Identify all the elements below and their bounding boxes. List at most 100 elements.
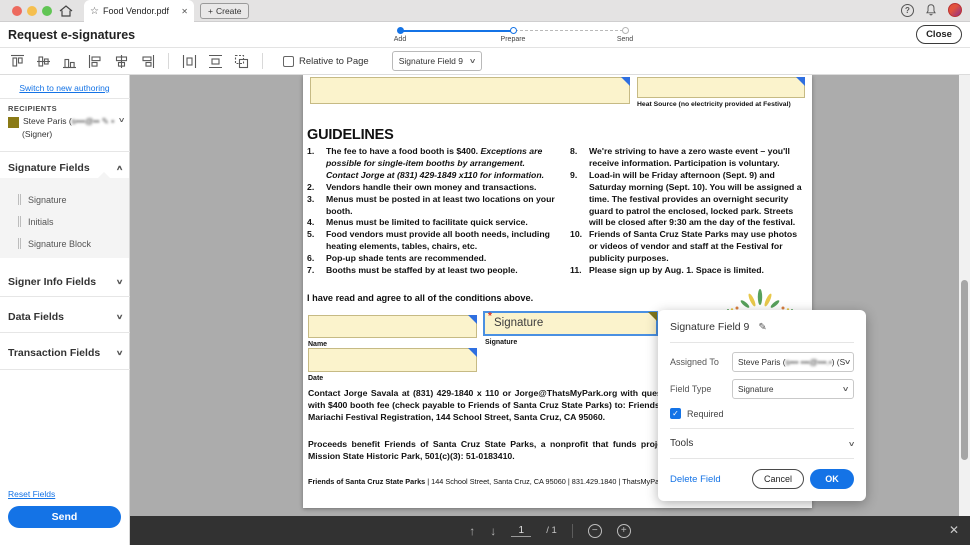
scrollbar-thumb[interactable] bbox=[961, 280, 968, 460]
chevron-down-icon: ∨ bbox=[115, 350, 124, 357]
distribute-vertical-icon[interactable] bbox=[207, 53, 224, 70]
next-page-icon[interactable]: ↓ bbox=[490, 524, 496, 538]
send-button[interactable]: Send bbox=[8, 506, 121, 528]
guidelines-list: 1. The fee to have a food booth is $400. … bbox=[307, 146, 807, 277]
delete-field-link[interactable]: Delete Field bbox=[670, 474, 721, 485]
step-label-send: Send bbox=[616, 36, 634, 43]
list-item: 10. Friends of Santa Cruz State Parks may… bbox=[570, 229, 798, 264]
drag-handle-icon[interactable] bbox=[18, 238, 21, 249]
ok-button[interactable]: OK bbox=[810, 469, 854, 489]
close-window-button[interactable] bbox=[12, 6, 22, 16]
distribute-horizontal-icon[interactable] bbox=[181, 53, 198, 70]
divider bbox=[571, 523, 573, 538]
list-item: 3. Menus must be posted in at least two l… bbox=[307, 193, 555, 216]
create-label: Create bbox=[215, 6, 242, 16]
form-field-name[interactable] bbox=[308, 315, 477, 338]
edit-pencil-icon[interactable]: ✎ bbox=[758, 322, 766, 333]
field-type-dropdown[interactable]: Signature ∨ bbox=[732, 379, 854, 399]
signature-field-text: Signature bbox=[494, 317, 544, 329]
section-label: Transaction Fields bbox=[8, 347, 101, 359]
date-label: Date bbox=[308, 375, 324, 382]
align-bottom-icon[interactable] bbox=[61, 53, 78, 70]
checked-checkbox-icon[interactable]: ✓ bbox=[670, 408, 681, 419]
field-item-signature[interactable]: Signature bbox=[18, 194, 67, 205]
divider bbox=[0, 151, 130, 152]
signature-fields-panel: Signature Initials Signature Block bbox=[0, 172, 129, 258]
previous-page-icon[interactable]: ↑ bbox=[469, 524, 475, 538]
header: Request e-signatures Add Prepare Send Cl… bbox=[0, 22, 970, 48]
form-field-heat-source[interactable] bbox=[637, 77, 805, 98]
section-transaction-fields[interactable]: Transaction Fields ∨ bbox=[8, 347, 124, 359]
list-item: 7. Booths must be staffed by at least two… bbox=[307, 265, 518, 276]
recipient-color-swatch bbox=[8, 117, 19, 128]
field-item-signature-block[interactable]: Signature Block bbox=[18, 238, 91, 249]
relative-to-page-checkbox[interactable]: Relative to Page bbox=[283, 55, 369, 67]
step-label-prepare: Prepare bbox=[500, 36, 526, 43]
assigned-to-dropdown[interactable]: Steve Paris (s••• •••@•••.•) (S ∨ bbox=[732, 352, 854, 372]
required-asterisk: * bbox=[488, 311, 492, 322]
assigned-email-masked: s••• •••@•••.• bbox=[785, 357, 832, 367]
cancel-button[interactable]: Cancel bbox=[752, 469, 804, 489]
align-horizontal-center-icon[interactable] bbox=[113, 53, 130, 70]
tab-title: Food Vendor.pdf bbox=[102, 6, 170, 16]
chevron-down-icon: ∨ bbox=[468, 58, 476, 65]
required-checkbox-row[interactable]: ✓ Required bbox=[670, 408, 854, 419]
tab-close-icon[interactable]: ✕ bbox=[181, 7, 188, 16]
page-number-input[interactable]: 1 bbox=[511, 525, 532, 537]
toolbar-divider bbox=[168, 53, 169, 69]
match-size-icon[interactable] bbox=[233, 53, 250, 70]
divider bbox=[0, 369, 130, 370]
step-dot-send bbox=[622, 27, 629, 34]
section-data-fields[interactable]: Data Fields ∨ bbox=[8, 311, 123, 323]
home-icon[interactable] bbox=[58, 3, 76, 19]
field-item-initials[interactable]: Initials bbox=[18, 216, 54, 227]
help-icon[interactable]: ? bbox=[901, 3, 914, 17]
drag-handle-icon[interactable] bbox=[18, 216, 21, 227]
divider bbox=[0, 98, 130, 99]
close-toolbar-icon[interactable]: ✕ bbox=[949, 523, 959, 537]
progress-steps: Add Prepare Send bbox=[0, 22, 970, 48]
zoom-in-icon[interactable]: + bbox=[616, 523, 631, 538]
zoom-out-icon[interactable]: − bbox=[587, 523, 602, 538]
align-vertical-center-icon[interactable] bbox=[35, 53, 52, 70]
create-button[interactable]: + Create bbox=[200, 3, 250, 19]
drag-handle-icon[interactable] bbox=[18, 194, 21, 205]
close-button[interactable]: Close bbox=[916, 25, 962, 44]
step-label-add: Add bbox=[393, 36, 407, 43]
star-icon[interactable]: ☆ bbox=[90, 6, 99, 17]
plus-icon: + bbox=[208, 6, 213, 16]
form-field-date[interactable] bbox=[308, 348, 477, 372]
checkbox-icon[interactable] bbox=[283, 55, 294, 67]
document-tab[interactable]: ☆ Food Vendor.pdf ✕ bbox=[84, 0, 194, 22]
sidebar: Switch to new authoring RECIPIENTS Steve… bbox=[0, 75, 130, 545]
field-selector-dropdown[interactable]: Signature Field 9 ∨ bbox=[391, 51, 482, 71]
align-right-icon[interactable] bbox=[139, 53, 156, 70]
align-left-icon[interactable] bbox=[87, 53, 104, 70]
relative-to-page-label: Relative to Page bbox=[299, 55, 369, 67]
tab-bar: ☆ Food Vendor.pdf ✕ + Create ? bbox=[0, 0, 970, 22]
field-corner bbox=[468, 348, 477, 357]
align-top-icon[interactable] bbox=[9, 53, 26, 70]
signature-field-selected[interactable]: * Signature bbox=[483, 311, 658, 336]
minimize-window-button[interactable] bbox=[27, 6, 37, 16]
chevron-down-icon: ∨ bbox=[843, 359, 852, 366]
form-field-top[interactable] bbox=[310, 77, 630, 104]
popup-title: Signature Field 9 bbox=[670, 321, 750, 333]
vertical-scrollbar[interactable] bbox=[959, 75, 970, 516]
panel-notch bbox=[98, 172, 110, 178]
chevron-down-icon[interactable]: ∨ bbox=[118, 116, 126, 124]
guidelines-heading: GUIDELINES bbox=[307, 127, 394, 143]
user-avatar[interactable] bbox=[948, 3, 962, 17]
reset-fields-link[interactable]: Reset Fields bbox=[8, 489, 55, 499]
field-corner bbox=[621, 77, 630, 86]
switch-authoring-link[interactable]: Switch to new authoring bbox=[0, 83, 129, 93]
zoom-window-button[interactable] bbox=[42, 6, 52, 16]
required-label: Required bbox=[687, 408, 724, 419]
section-signer-info-fields[interactable]: Signer Info Fields ∨ bbox=[8, 276, 123, 288]
tools-expander[interactable]: Tools ∨ bbox=[670, 438, 855, 449]
recipient-row[interactable]: Steve Paris (s•••@•• ✎ • ∨ bbox=[8, 116, 126, 128]
divider bbox=[670, 428, 854, 429]
heat-source-label: Heat Source (no electricity provided at … bbox=[637, 101, 791, 108]
notifications-bell-icon[interactable] bbox=[924, 3, 938, 17]
alignment-toolbar: Relative to Page Signature Field 9 ∨ bbox=[0, 48, 970, 75]
